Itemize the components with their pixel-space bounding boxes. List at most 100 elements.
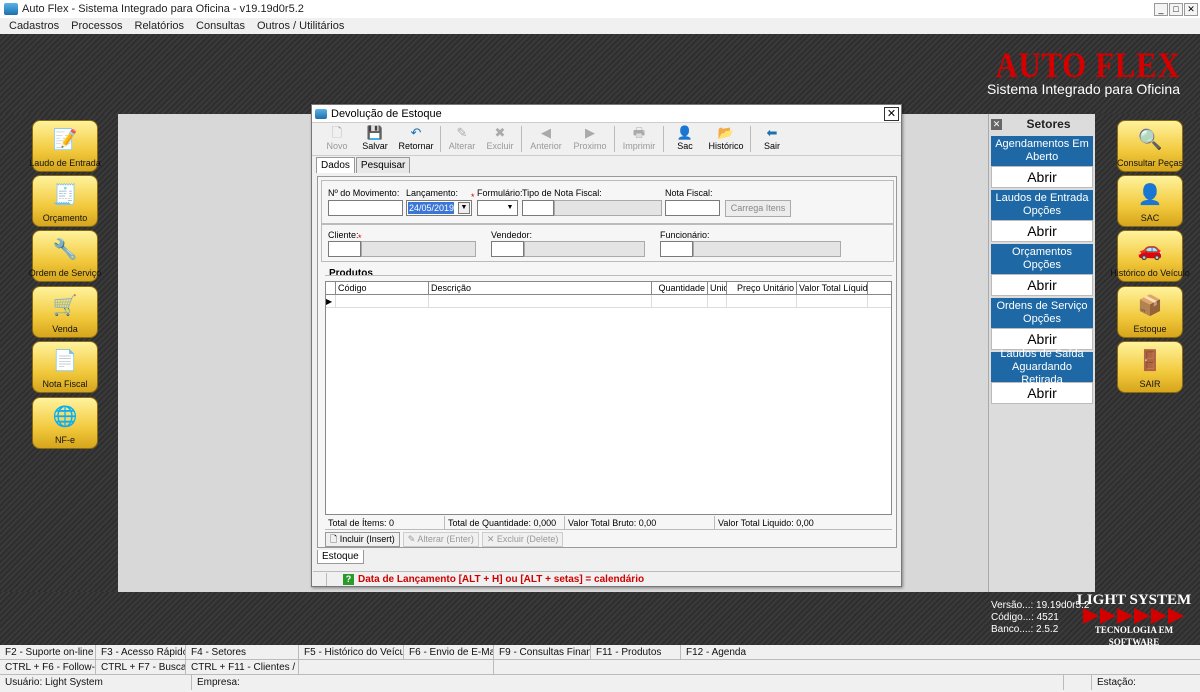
status-area: F2 - Suporte on-line F3 - Acesso Rápido … <box>0 644 1200 692</box>
column-valor-total[interactable]: Valor Total Líquido <box>797 282 868 295</box>
tipo-nf-code-input[interactable] <box>522 200 554 216</box>
excluir-button[interactable]: ✖ Excluir <box>481 123 519 155</box>
nota-fiscal-input[interactable] <box>665 200 720 216</box>
dialog-close-button[interactable]: ✕ <box>884 106 899 121</box>
vendedor-label: Vendedor: <box>491 230 533 240</box>
laudo-entrada-button[interactable]: 📝 Laudo de Entrada <box>29 120 101 172</box>
toolbar-label: Anterior <box>530 141 562 151</box>
sac-button[interactable]: 👤 SAC <box>1117 175 1183 227</box>
historico-button[interactable]: 📂 Histórico <box>704 123 748 155</box>
vendedor-code-input[interactable] <box>491 241 524 257</box>
setor-abrir-button[interactable]: Abrir <box>991 220 1093 242</box>
novo-button[interactable]: 🗋 Novo <box>318 123 356 155</box>
toolbar-label: Imprimir <box>622 141 656 151</box>
tools-icon: 🔧 <box>52 239 78 261</box>
sair-toolbar-button[interactable]: ⬅ Sair <box>753 123 791 155</box>
incluir-button[interactable]: 🗋 Incluir (Insert) <box>325 532 400 547</box>
fkey-item[interactable]: F12 - Agenda <box>681 645 1200 660</box>
cliente-code-input[interactable] <box>328 241 361 257</box>
tab-pesquisar[interactable]: Pesquisar <box>355 157 411 173</box>
venda-button[interactable]: 🛒 Venda <box>32 286 98 338</box>
toolbar-separator <box>750 126 751 152</box>
alterar-button[interactable]: ✎ Alterar <box>443 123 481 155</box>
setor-abrir-button[interactable]: Abrir <box>991 274 1093 296</box>
toolbar-separator <box>440 126 441 152</box>
setores-close-icon[interactable]: ✕ <box>991 118 1002 130</box>
nota-fiscal-button[interactable]: 📄 Nota Fiscal <box>32 341 98 393</box>
setor-abrir-button[interactable]: Abrir <box>991 166 1093 188</box>
formulario-select[interactable]: ▼ <box>477 200 518 216</box>
chevron-down-icon[interactable]: ▼ <box>458 202 470 214</box>
maximize-button[interactable]: □ <box>1169 2 1183 16</box>
box-icon: 📦 <box>1137 295 1163 317</box>
cell[interactable] <box>429 295 652 308</box>
setor-heading: Agendamentos Em Aberto <box>991 136 1093 166</box>
cell[interactable] <box>727 295 797 308</box>
cart-icon: 🛒 <box>52 295 78 317</box>
tab-dados[interactable]: Dados <box>316 157 355 173</box>
tab-estoque[interactable]: Estoque <box>317 550 364 564</box>
historico-veiculo-button[interactable]: 🚗 Histórico do Veículo <box>1110 230 1190 282</box>
devolucao-estoque-dialog: Devolução de Estoque ✕ 🗋 Novo 💾 Salvar ↶ Re… <box>311 104 902 587</box>
produtos-grid[interactable]: Código Descrição Quantidade Unid Preço U… <box>325 281 892 515</box>
cell[interactable] <box>797 295 868 308</box>
folder-icon: 📂 <box>717 125 735 140</box>
orcamento-button[interactable]: 🧾 Orçamento <box>32 175 98 227</box>
column-descricao[interactable]: Descrição <box>429 282 652 295</box>
fkey-item[interactable]: F4 - Setores <box>186 644 299 660</box>
button-label: Laudo de Entrada <box>29 158 101 168</box>
total-itens: Total de Ítems: 0 <box>325 516 445 529</box>
consultar-pecas-button[interactable]: 🔍 Consultar Peças <box>1117 120 1183 172</box>
column-preco-unitario[interactable]: Preço Unitário <box>727 282 797 295</box>
lancamento-input[interactable]: 24/05/2019 ▼ <box>406 200 472 216</box>
menu-relatorios[interactable]: Relatórios <box>135 20 185 32</box>
usuario-status: Usuário: Light System <box>0 675 192 690</box>
ordem-servico-button[interactable]: 🔧 Ordem de Serviço <box>29 230 101 282</box>
column-unid[interactable]: Unid <box>708 282 727 295</box>
column-codigo[interactable]: Código <box>336 282 429 295</box>
button-label: Venda <box>52 324 78 334</box>
close-button[interactable]: ✕ <box>1184 2 1198 16</box>
fkey-item[interactable]: F3 - Acesso Rápido <box>96 644 186 660</box>
excluir-item-button[interactable]: ✕ Excluir (Delete) <box>481 532 564 547</box>
sair-button[interactable]: 🚪 SAIR <box>1117 341 1183 393</box>
fkey-item[interactable]: F6 - Envio de E-Mail <box>404 644 494 660</box>
lancamento-label: Lançamento: <box>406 188 459 198</box>
movimento-group: Nº do Movimento: Lançamento: * 24/05/201… <box>321 180 894 224</box>
setor-laudos-entrada: Laudos de Entrada Opções Abrir <box>991 190 1093 242</box>
column-quantidade[interactable]: Quantidade <box>652 282 708 295</box>
movimento-input[interactable] <box>328 200 403 216</box>
alterar-item-button[interactable]: ✎ Alterar (Enter) <box>402 532 479 547</box>
fkey-item[interactable]: CTRL + F11 - Clientes / Fornecedores <box>186 659 299 675</box>
fkey-item[interactable]: F2 - Suporte on-line <box>0 644 96 660</box>
dialog-title: Devolução de Estoque <box>331 107 442 120</box>
sac-toolbar-button[interactable]: 👤 Sac <box>666 123 704 155</box>
funcionario-code-input[interactable] <box>660 241 693 257</box>
button-label: SAIR <box>1139 379 1161 389</box>
menu-outros[interactable]: Outros / Utilitários <box>257 20 344 32</box>
menu-cadastros[interactable]: Cadastros <box>9 20 59 32</box>
cell[interactable] <box>708 295 727 308</box>
table-row[interactable]: ▶ <box>326 295 891 308</box>
row-pointer-icon: ▶ <box>326 295 336 308</box>
minimize-button[interactable]: _ <box>1154 2 1168 16</box>
estoque-button[interactable]: 📦 Estoque <box>1117 286 1183 338</box>
nfe-button[interactable]: 🌐 NF-e <box>32 397 98 449</box>
menu-processos[interactable]: Processos <box>71 20 122 32</box>
fkey-item[interactable]: F11 - Produtos <box>591 644 681 660</box>
fkey-item[interactable]: F9 - Consultas Financeiras <box>494 644 591 660</box>
cell[interactable] <box>652 295 708 308</box>
fkey-item[interactable]: CTRL + F6 - Follow-up <box>0 659 96 675</box>
cell[interactable] <box>336 295 429 308</box>
window-titlebar: Auto Flex - Sistema Integrado para Ofici… <box>0 0 1200 18</box>
anterior-button[interactable]: ◀ Anterior <box>524 123 568 155</box>
toolbar-label: Alterar <box>448 141 476 151</box>
imprimir-button[interactable]: 🖶 Imprimir <box>617 123 661 155</box>
retornar-button[interactable]: ↶ Retornar <box>394 123 438 155</box>
fkey-item[interactable]: CTRL + F7 - Busca CEP <box>96 659 186 675</box>
menu-consultas[interactable]: Consultas <box>196 20 245 32</box>
carrega-itens-button[interactable]: Carrega Itens <box>725 200 791 217</box>
salvar-button[interactable]: 💾 Salvar <box>356 123 394 155</box>
proximo-button[interactable]: ▶ Proximo <box>568 123 612 155</box>
fkey-item[interactable]: F5 - Histórico do Veículo <box>299 644 404 660</box>
